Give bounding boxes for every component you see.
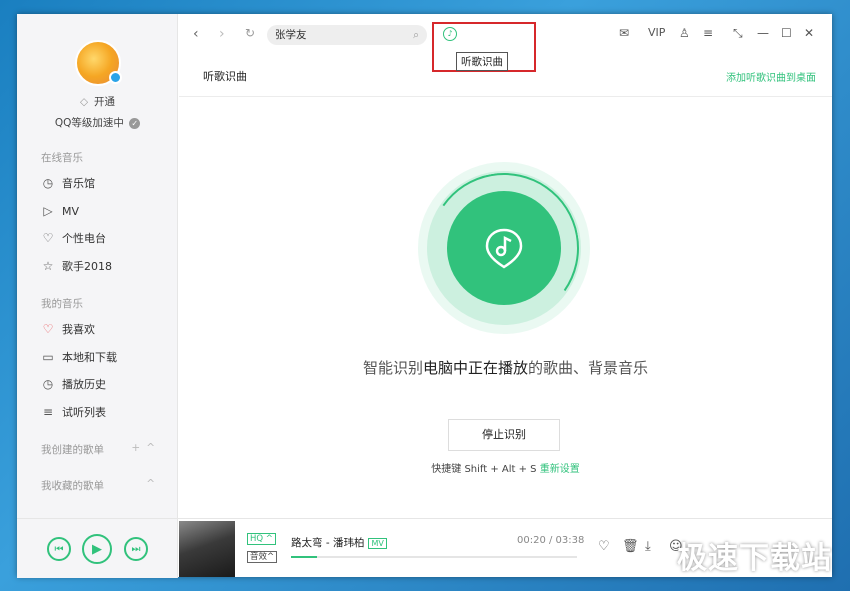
mv-icon: ▷ <box>43 204 53 218</box>
mail-icon[interactable]: ✉ <box>619 26 629 40</box>
desc-prefix: 智能识别 <box>362 359 423 377</box>
created-playlists-label: 我创建的歌单 <box>41 444 104 456</box>
qq-level-status[interactable]: QQ等级加速中 ✓ <box>17 115 178 130</box>
maximize-icon[interactable]: ☐ <box>781 26 792 40</box>
previous-icon: ⏮ <box>54 543 64 555</box>
quality-button[interactable]: HQ ^ <box>247 533 276 545</box>
forward-icon[interactable]: › <box>219 26 225 42</box>
top-bar: ‹ › ↻ 张学友 ⌕ ♪ 听歌识曲 ✉ VIP ♙ ≡ ⤡ — ☐ ✕ <box>179 14 832 72</box>
sidebar-item-radio[interactable]: ♡ 个性电台 <box>40 228 106 248</box>
sidebar-item-history[interactable]: ◷ 播放历史 <box>40 374 106 394</box>
add-to-desktop-link[interactable]: 添加听歌识曲到桌面 <box>726 69 816 84</box>
previous-button[interactable]: ⏮ <box>47 537 71 561</box>
sidebar-item-label: 播放历史 <box>62 378 106 391</box>
like-icon[interactable]: ♡ <box>598 539 610 554</box>
app-window: ◇ 开通 QQ等级加速中 ✓ 在线音乐 ◷ 音乐馆 ▷ MV ♡ 个性电台 ☆ 歌… <box>17 14 832 578</box>
download-icon[interactable]: ⤓ <box>645 539 651 554</box>
album-cover[interactable] <box>179 521 235 577</box>
tooltip: 听歌识曲 <box>456 52 508 71</box>
watermark-text: 极速下载站 <box>677 541 832 576</box>
play-time: 00:20 / 03:38 <box>517 535 585 546</box>
chevron-up-icon[interactable]: ^ <box>146 478 161 490</box>
music-hall-icon: ◷ <box>42 176 54 190</box>
heart-icon: ♡ <box>42 322 54 336</box>
clock-icon: ◷ <box>42 377 54 391</box>
search-icon[interactable]: ⌕ <box>413 25 419 45</box>
qq-level-label: QQ等级加速中 <box>54 117 124 129</box>
recognition-description: 智能识别电脑中正在播放的歌曲、背景音乐 <box>179 357 832 378</box>
progress-fill <box>291 556 318 558</box>
song-recognition-button[interactable]: ♪ <box>443 27 457 41</box>
reset-shortcut-link[interactable]: 重新设置 <box>540 464 580 475</box>
back-icon[interactable]: ‹ <box>193 26 199 42</box>
created-playlists-header[interactable]: 我创建的歌单 +^ <box>41 442 161 457</box>
music-recognition-icon: ♪ <box>447 29 453 38</box>
list-icon: ≡ <box>42 405 54 419</box>
minimize-icon[interactable]: — <box>757 26 769 40</box>
search-input[interactable]: 张学友 ⌕ <box>267 25 427 45</box>
chevron-up-icon[interactable]: ^ <box>146 442 161 454</box>
menu-icon[interactable]: ≡ <box>703 26 713 40</box>
sidebar-item-mv[interactable]: ▷ MV <box>40 201 79 221</box>
sidebar-item-singer[interactable]: ☆ 歌手2018 <box>40 256 112 276</box>
shortcut-info: 快捷键 Shift + Alt + S 重新设置 <box>179 460 832 475</box>
vip-button[interactable]: VIP <box>648 26 665 39</box>
watermark: 极速下载站 <box>677 533 832 577</box>
sidebar-item-local-download[interactable]: ▭ 本地和下载 <box>40 347 117 367</box>
song-title[interactable]: 路太弯 - 潘玮柏 <box>291 537 364 549</box>
close-icon[interactable]: ✕ <box>804 26 814 40</box>
sidebar-item-label: 歌手2018 <box>62 260 112 273</box>
desc-highlight: 电脑中正在播放 <box>422 359 528 377</box>
sidebar-item-label: 我喜欢 <box>62 323 95 336</box>
star-icon: ☆ <box>42 259 54 273</box>
add-icon[interactable]: + <box>131 442 146 454</box>
effect-label: 音效 <box>250 552 268 562</box>
sidebar-item-label: 音乐馆 <box>62 177 95 190</box>
sidebar: ◇ 开通 QQ等级加速中 ✓ 在线音乐 ◷ 音乐馆 ▷ MV ♡ 个性电台 ☆ 歌… <box>17 14 178 518</box>
online-music-title: 在线音乐 <box>41 152 83 164</box>
computer-icon: ▭ <box>42 350 54 364</box>
user-badge-icon <box>109 71 122 84</box>
progress-bar[interactable] <box>291 556 577 558</box>
play-icon: ▶ <box>92 541 102 557</box>
collected-playlists-label: 我收藏的歌单 <box>41 480 104 492</box>
refresh-icon[interactable]: ↻ <box>245 26 255 40</box>
delete-icon[interactable]: 🗑 <box>622 539 639 554</box>
vip-open-label: 开通 <box>94 96 116 108</box>
desc-suffix: 的歌曲、背景音乐 <box>528 359 649 377</box>
sidebar-item-label: 试听列表 <box>62 406 106 419</box>
next-button[interactable]: ⏭ <box>124 537 148 561</box>
vip-open-link[interactable]: ◇ 开通 <box>17 94 178 109</box>
quality-label: HQ <box>250 534 264 544</box>
check-icon: ✓ <box>129 118 141 129</box>
sidebar-item-label: MV <box>62 204 80 218</box>
shortcut-text: 快捷键 Shift + Alt + S <box>431 464 537 475</box>
sidebar-item-label: 个性电台 <box>62 232 106 245</box>
recognition-button[interactable] <box>447 191 561 305</box>
sidebar-item-music-hall[interactable]: ◷ 音乐馆 <box>40 173 95 193</box>
skin-icon[interactable]: ♙ <box>679 26 690 40</box>
radio-icon: ♡ <box>42 231 54 245</box>
divider <box>179 96 832 97</box>
mv-badge[interactable]: MV <box>368 538 387 549</box>
sidebar-item-favorites[interactable]: ♡ 我喜欢 <box>40 319 95 339</box>
diamond-icon: ◇ <box>79 96 89 108</box>
stop-recognition-button[interactable]: 停止识别 <box>448 419 560 451</box>
search-value: 张学友 <box>275 29 307 41</box>
playback-controls: ⏮ ▶ ⏭ <box>17 519 178 578</box>
page-title: 听歌识曲 <box>203 70 247 83</box>
sound-effect-button[interactable]: 音效^ <box>247 551 278 563</box>
music-note-icon <box>485 228 523 269</box>
mini-mode-icon[interactable]: ⤡ <box>733 26 743 41</box>
sidebar-item-trial-list[interactable]: ≡ 试听列表 <box>40 402 106 422</box>
my-music-title: 我的音乐 <box>41 298 83 310</box>
play-button[interactable]: ▶ <box>82 534 112 564</box>
sidebar-item-label: 本地和下载 <box>62 351 117 364</box>
next-icon: ⏭ <box>131 543 141 555</box>
collected-playlists-header[interactable]: 我收藏的歌单 ^ <box>41 478 161 493</box>
song-info: 路太弯 - 潘玮柏 MV <box>291 535 387 550</box>
